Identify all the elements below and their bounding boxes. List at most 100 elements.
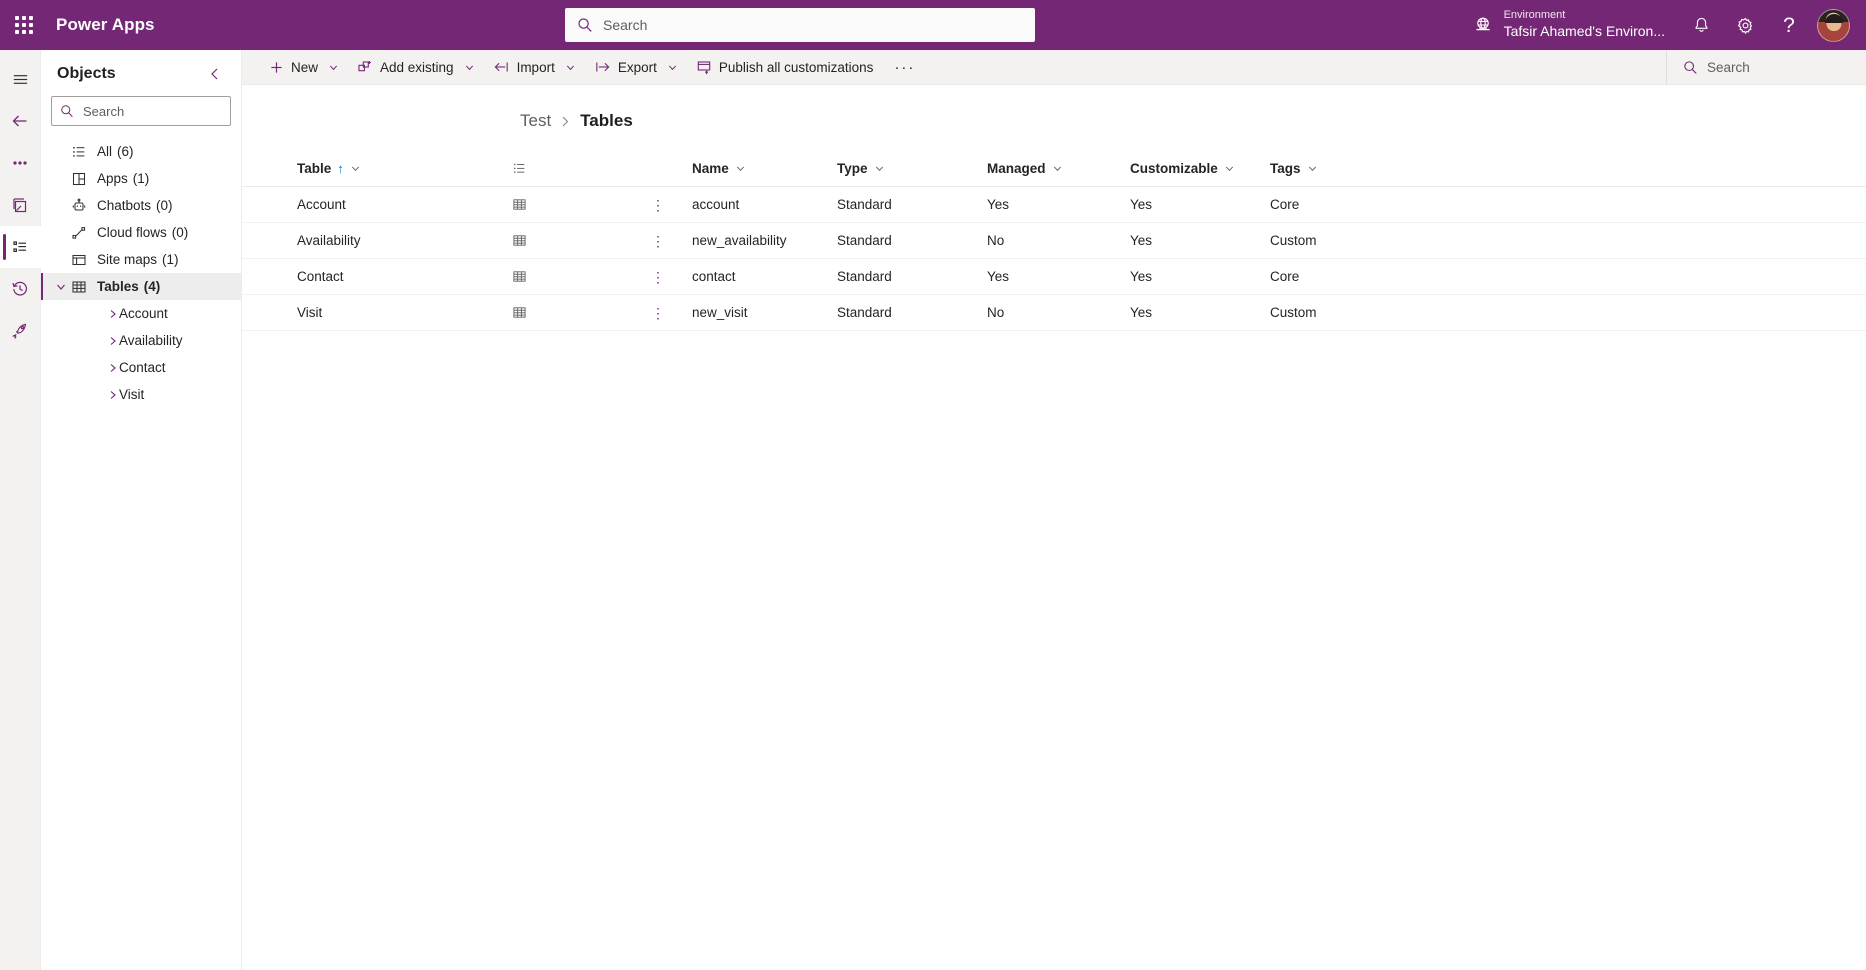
settings-button[interactable]: [1723, 0, 1767, 50]
chevron-down-icon[interactable]: [1307, 163, 1318, 174]
flow-icon: [71, 225, 97, 241]
add-existing-button[interactable]: Add existing: [348, 50, 484, 85]
collapse-panel-button[interactable]: [205, 64, 225, 84]
row-more-actions-button[interactable]: ⋮: [650, 198, 666, 212]
chevron-down-icon[interactable]: [667, 62, 678, 73]
row-display-name: Account: [297, 197, 346, 212]
chevron-down-icon[interactable]: [1052, 163, 1063, 174]
environment-picker[interactable]: Environment Tafsir Ahamed's Environ...: [1459, 0, 1679, 50]
row-display-name-cell[interactable]: Contact ⋮: [297, 258, 692, 295]
breadcrumb-parent[interactable]: Test: [520, 111, 551, 131]
objects-panel-title: Objects: [57, 65, 116, 82]
export-button[interactable]: Export: [585, 50, 687, 85]
global-search-container: Search: [565, 8, 1035, 42]
row-more-actions-button[interactable]: ⋮: [650, 306, 666, 320]
sidebar-table-contact[interactable]: Contact: [41, 354, 241, 381]
sidebar-item-tables[interactable]: Tables (4): [41, 273, 241, 300]
sidebar-item-all[interactable]: All (6): [41, 138, 241, 165]
row-logical-name: contact: [692, 258, 837, 295]
sidebar-table-account[interactable]: Account: [41, 300, 241, 327]
chevron-down-icon[interactable]: [51, 281, 71, 293]
brand-title[interactable]: Power Apps: [56, 15, 155, 35]
global-search-input[interactable]: Search: [565, 8, 1035, 42]
row-more-actions-button[interactable]: ⋮: [650, 234, 666, 248]
chevron-down-icon[interactable]: [565, 62, 576, 73]
table-row[interactable]: Account ⋮ account Standard Yes Yes Core: [242, 186, 1866, 223]
row-customizable: Yes: [1130, 258, 1270, 295]
column-header-managed[interactable]: Managed: [987, 153, 1130, 187]
column-header-customizable[interactable]: Customizable: [1130, 153, 1270, 187]
command-bar-overflow-button[interactable]: ···: [882, 50, 927, 85]
chevron-down-icon[interactable]: [874, 163, 885, 174]
chevron-right-icon[interactable]: [103, 389, 123, 401]
rail-item-history[interactable]: [0, 268, 41, 310]
column-header-table-label: Table: [297, 161, 332, 176]
row-display-name-cell[interactable]: Availability ⋮: [297, 222, 692, 259]
column-header-managed-label: Managed: [987, 161, 1046, 176]
table-row[interactable]: Visit ⋮ new_visit Standard No Yes Custom: [242, 294, 1866, 331]
import-button[interactable]: Import: [484, 50, 585, 85]
help-button[interactable]: ?: [1767, 0, 1811, 50]
chevron-down-icon[interactable]: [328, 62, 339, 73]
gear-icon: [1736, 16, 1755, 35]
row-display-name-cell[interactable]: Account ⋮: [297, 186, 692, 223]
row-managed: Yes: [987, 186, 1130, 223]
table-search-placeholder: Search: [1707, 59, 1750, 75]
sidebar-item-count: (0): [156, 198, 173, 213]
back-arrow-icon: [10, 111, 30, 131]
avatar[interactable]: [1817, 8, 1850, 42]
column-header-customizable-label: Customizable: [1130, 161, 1218, 176]
row-more-actions-button[interactable]: ⋮: [650, 270, 666, 284]
app-launcher-button[interactable]: [0, 0, 48, 50]
row-display-name-cell[interactable]: Visit ⋮: [297, 294, 692, 331]
table-search-input[interactable]: Search: [1666, 49, 1866, 85]
sidebar-item-apps[interactable]: Apps (1): [41, 165, 241, 192]
sidebar-item-count: (4): [143, 279, 161, 294]
sidebar-item-site-maps[interactable]: Site maps (1): [41, 246, 241, 273]
column-header-type[interactable]: Type: [837, 153, 987, 187]
chevron-down-icon[interactable]: [464, 62, 475, 73]
row-customizable: Yes: [1130, 222, 1270, 259]
environment-name: Tafsir Ahamed's Environ...: [1503, 23, 1665, 40]
chevron-down-icon[interactable]: [735, 163, 746, 174]
row-managed: Yes: [987, 258, 1130, 295]
sidebar-item-cloud-flows[interactable]: Cloud flows (0): [41, 219, 241, 246]
sidebar-table-availability[interactable]: Availability: [41, 327, 241, 354]
apps-icon: [71, 171, 97, 187]
rail-item-back[interactable]: [0, 100, 41, 142]
chevron-down-icon[interactable]: [1224, 163, 1235, 174]
rail-item-objects[interactable]: [0, 226, 41, 268]
table-row[interactable]: Contact ⋮ contact Standard Yes Yes Core: [242, 258, 1866, 295]
row-managed: No: [987, 222, 1130, 259]
column-header-name[interactable]: Name: [692, 153, 837, 187]
chevron-right-icon[interactable]: [103, 308, 123, 320]
chevron-right-icon[interactable]: [103, 362, 123, 374]
rail-item-pages[interactable]: [0, 184, 41, 226]
sidebar-item-label: All: [97, 144, 113, 159]
row-type: Standard: [837, 186, 987, 223]
rail-item-learn[interactable]: [0, 310, 41, 352]
rail-item-more[interactable]: [0, 142, 41, 184]
row-table-icon-cell: [242, 258, 526, 295]
column-header-tags[interactable]: Tags: [1270, 153, 1866, 187]
new-button[interactable]: New: [260, 50, 348, 85]
chevron-right-icon[interactable]: [103, 335, 123, 347]
import-icon: [493, 59, 510, 75]
column-header-table[interactable]: Table ↑: [297, 153, 692, 187]
row-tags: Core: [1270, 258, 1866, 295]
chevron-down-icon[interactable]: [350, 163, 361, 174]
sidebar-item-chatbots[interactable]: Chatbots (0): [41, 192, 241, 219]
column-options-header[interactable]: [242, 153, 525, 187]
column-header-type-label: Type: [837, 161, 868, 176]
sidebar-item-label: Site maps: [97, 252, 158, 267]
globe-icon: [1473, 15, 1493, 35]
notifications-button[interactable]: [1679, 0, 1723, 50]
power-apps-window: Power Apps Search Environment Tafsir Aha…: [0, 0, 1866, 970]
sidebar-table-visit[interactable]: Visit: [41, 381, 241, 408]
rail-item-menu[interactable]: [0, 58, 41, 100]
publish-all-customizations-button[interactable]: Publish all customizations: [687, 50, 883, 85]
objects-search-placeholder: Search: [83, 103, 125, 119]
export-icon: [594, 59, 611, 75]
table-row[interactable]: Availability ⋮ new_availability Standard…: [242, 222, 1866, 259]
objects-search-input[interactable]: Search: [51, 96, 231, 126]
